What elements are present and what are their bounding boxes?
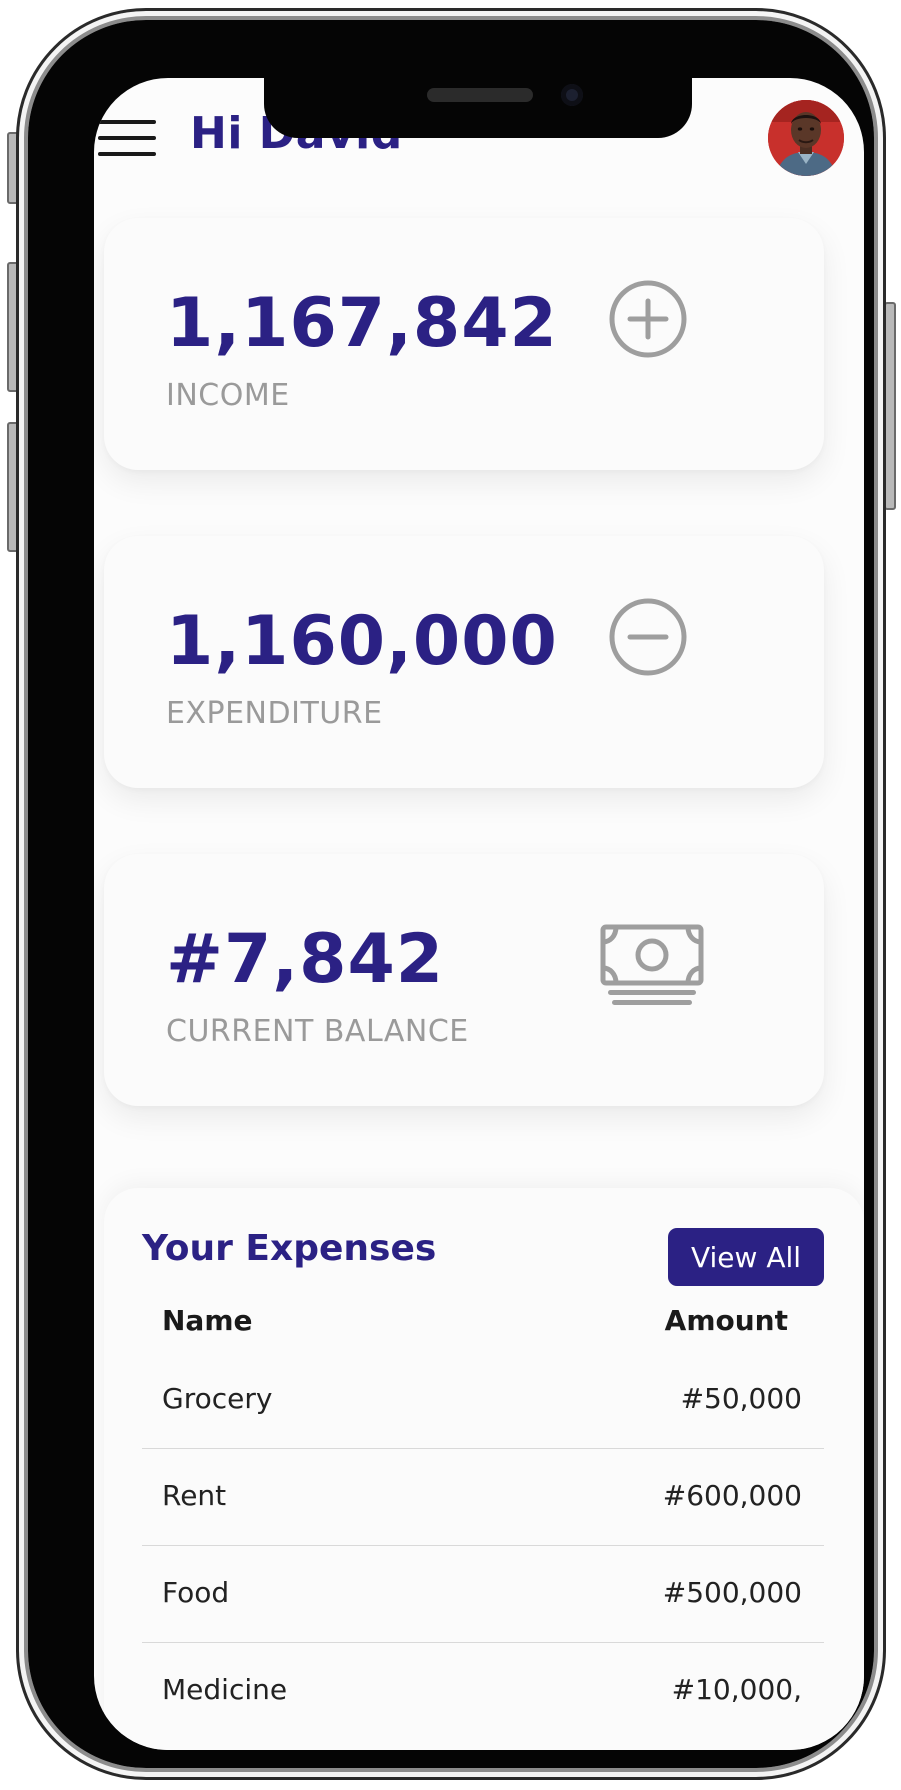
column-header-name: Name	[162, 1304, 253, 1337]
expenses-panel: Your Expenses View All Name Amount Groce…	[104, 1188, 864, 1750]
expenditure-card: 1,160,000 EXPENDITURE	[104, 536, 824, 788]
app-screen: Hi David 1,167,842 INCOME	[94, 78, 864, 1750]
expense-amount: #50,000	[680, 1382, 802, 1415]
table-header: Name Amount	[142, 1294, 806, 1348]
expense-amount: #500,000	[662, 1576, 802, 1609]
avatar[interactable]	[768, 100, 844, 176]
speaker-grille	[427, 88, 533, 102]
view-all-button[interactable]: View All	[668, 1228, 824, 1286]
table-row[interactable]: Food #500,000	[142, 1546, 824, 1643]
column-header-amount: Amount	[664, 1304, 788, 1337]
expense-name: Medicine	[162, 1673, 288, 1706]
plus-circle-icon[interactable]	[608, 279, 688, 359]
table-row[interactable]: Grocery #50,000	[142, 1352, 824, 1449]
phone-bezel: Hi David 1,167,842 INCOME	[28, 20, 874, 1768]
money-bill-icon	[600, 924, 704, 1005]
notch	[264, 78, 692, 138]
expense-name: Food	[162, 1576, 230, 1609]
expense-amount: #600,000	[662, 1479, 802, 1512]
user-photo	[768, 100, 844, 176]
expenses-title: Your Expenses	[142, 1228, 437, 1269]
balance-card: #7,842 CURRENT BALANCE	[104, 854, 824, 1106]
table-row[interactable]: Rent #600,000	[142, 1449, 824, 1546]
expenditure-label: EXPENDITURE	[166, 696, 383, 731]
front-camera	[561, 84, 583, 106]
balance-label: CURRENT BALANCE	[166, 1014, 469, 1049]
income-card: 1,167,842 INCOME	[104, 218, 824, 470]
expense-name: Rent	[162, 1479, 227, 1512]
balance-value: #7,842	[166, 920, 445, 999]
income-label: INCOME	[166, 378, 290, 413]
expense-name: Grocery	[162, 1382, 273, 1415]
income-value: 1,167,842	[166, 284, 558, 363]
expenditure-value: 1,160,000	[166, 602, 558, 681]
expense-amount: #10,000,	[671, 1673, 802, 1706]
table-row[interactable]: Medicine #10,000,	[142, 1643, 824, 1739]
minus-circle-icon[interactable]	[608, 597, 688, 677]
hamburger-menu-icon[interactable]	[98, 120, 156, 160]
